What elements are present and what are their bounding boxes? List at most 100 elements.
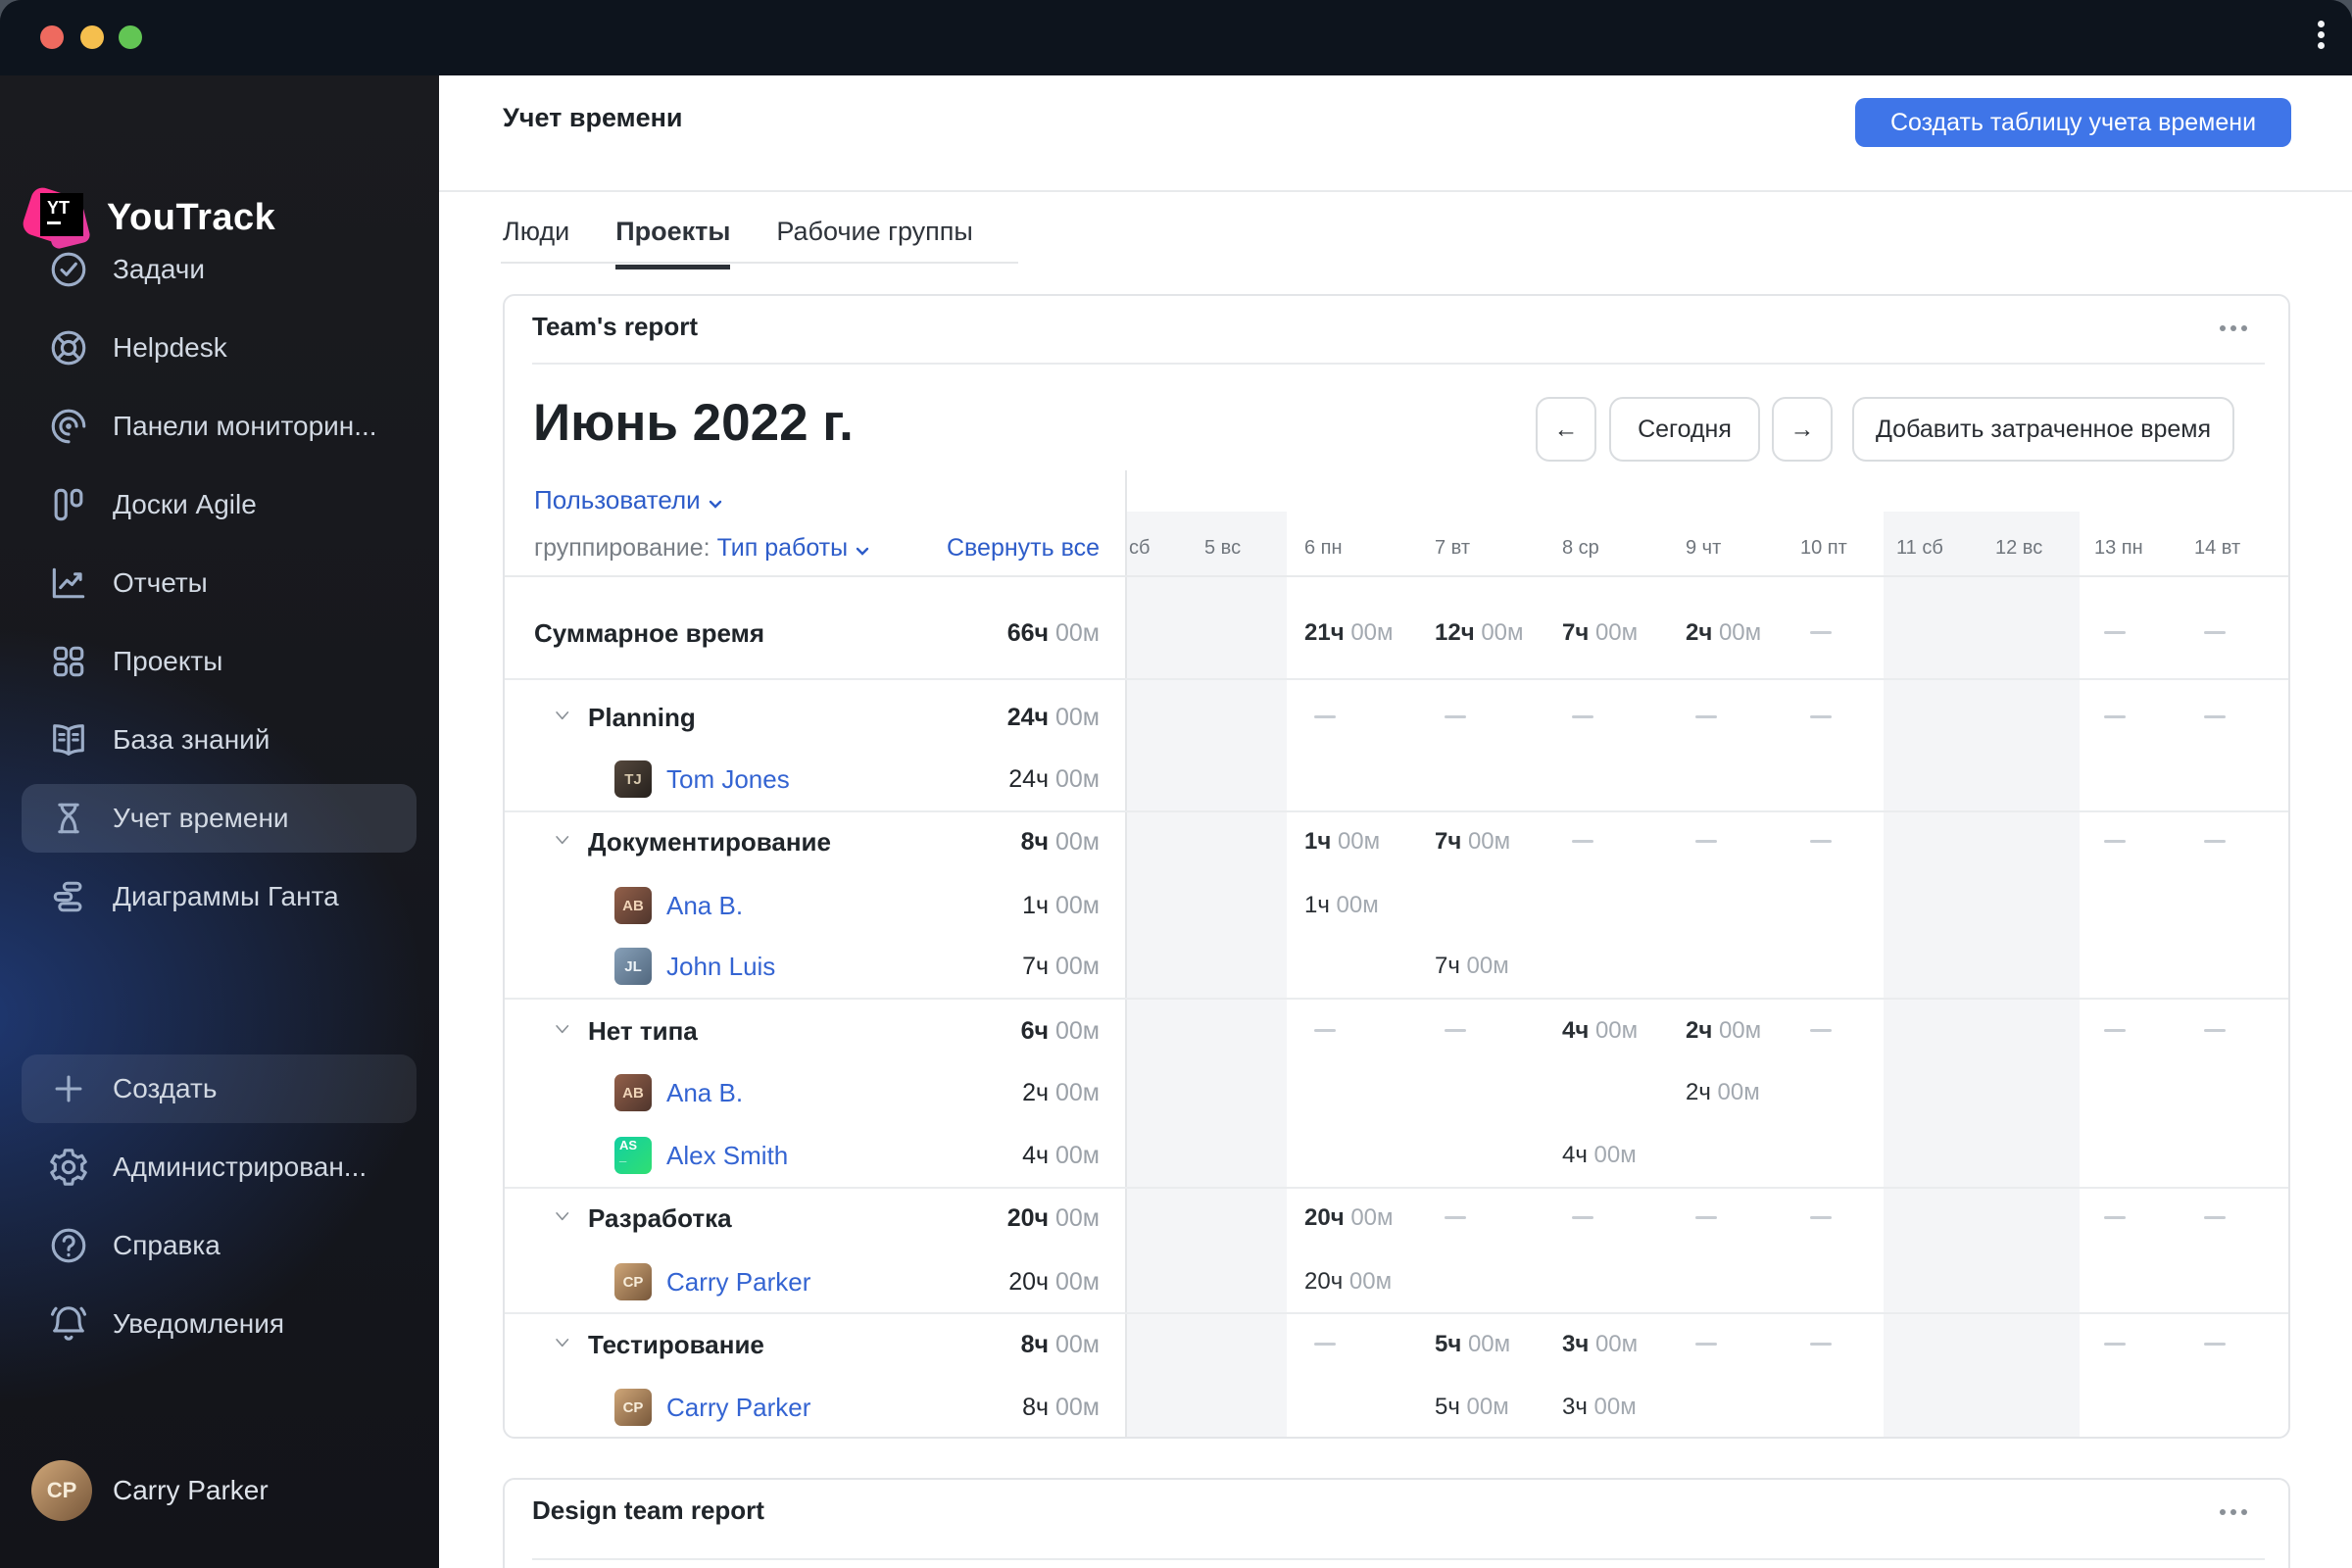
group-collapse-chevron-icon[interactable] xyxy=(552,1208,573,1226)
sidebar-item-уведомления[interactable]: Уведомления xyxy=(0,1285,439,1363)
traffic-light-close-button[interactable] xyxy=(40,25,64,49)
sidebar-collapse-button[interactable]: Свернуть xyxy=(0,1542,439,1568)
empty-cell-dash xyxy=(2204,1029,2226,1032)
page-title: Учет времени xyxy=(503,103,683,132)
sidebar-item-создать[interactable]: Создать xyxy=(0,1050,439,1128)
member-avatar: JL xyxy=(614,948,652,985)
row-label: Нет типа xyxy=(588,1016,698,1046)
row-total: 7ч 00м xyxy=(1022,953,1100,980)
window-menu-kebab-icon[interactable] xyxy=(2309,17,2332,60)
timesheet-row-group: Planning 24ч 00м xyxy=(505,686,2288,749)
bell-icon xyxy=(47,1302,90,1346)
app-window: YT YouTrack Задачи Helpdesk Панели монитор… xyxy=(0,0,2352,1568)
day-column-header: 7 вт xyxy=(1435,537,1471,559)
timesheet-cell: 2ч 00м xyxy=(1686,619,1762,646)
sidebar-item-диаграммы-ганта[interactable]: Диаграммы Ганта xyxy=(0,858,439,936)
member-name-link[interactable]: Carry Parker xyxy=(666,1250,810,1313)
day-column-header: 12 вс xyxy=(1995,537,2043,559)
member-name-link[interactable]: Ana B. xyxy=(666,1061,743,1124)
group-separator xyxy=(505,810,2288,812)
day-column-header: 6 пн xyxy=(1304,537,1343,559)
timesheet-cell: 1ч 00м xyxy=(1304,828,1381,855)
tab-люди[interactable]: Люди xyxy=(503,217,569,270)
empty-cell-dash xyxy=(1314,715,1336,718)
timesheet-cell: 21ч 00м xyxy=(1304,619,1394,646)
empty-cell-dash xyxy=(1572,1216,1593,1219)
sidebar-item-учет-времени[interactable]: Учет времени xyxy=(0,779,439,858)
collapse-chevrons-icon xyxy=(47,1559,90,1568)
member-name-link[interactable]: Ana B. xyxy=(666,874,743,937)
sidebar-user[interactable]: CP Carry Parker xyxy=(0,1451,439,1530)
empty-cell-dash xyxy=(2204,840,2226,843)
row-total: 8ч 00м xyxy=(1020,828,1100,856)
timesheet-cell: 20ч 00м xyxy=(1304,1204,1394,1231)
traffic-light-minimize-button[interactable] xyxy=(80,25,104,49)
row-label: Документирование xyxy=(588,827,831,857)
empty-cell-dash xyxy=(1314,1029,1336,1032)
member-name-link[interactable]: Alex Smith xyxy=(666,1124,788,1187)
empty-cell-dash xyxy=(1314,1343,1336,1346)
create-timesheet-button[interactable]: Создать таблицу учета времени xyxy=(1855,98,2291,147)
empty-cell-dash xyxy=(2104,1216,2126,1219)
member-name-link[interactable]: Tom Jones xyxy=(666,748,790,810)
timesheet-row-group: Разработка 20ч 00м 20ч 00м xyxy=(505,1187,2288,1250)
collapse-all-link[interactable]: Свернуть все xyxy=(505,534,1100,563)
group-collapse-chevron-icon[interactable] xyxy=(552,832,573,850)
timesheet-cell: 7ч 00м xyxy=(1562,619,1639,646)
hourglass-icon xyxy=(47,797,90,840)
sidebar-item-helpdesk[interactable]: Helpdesk xyxy=(0,309,439,387)
member-avatar: AS _ xyxy=(614,1137,652,1174)
card-divider xyxy=(532,1558,2265,1560)
report-options-kebab-icon[interactable] xyxy=(2220,325,2263,345)
sidebar-item-отчеты[interactable]: Отчеты xyxy=(0,544,439,622)
group-separator xyxy=(505,1312,2288,1314)
tab-рабочие-группы[interactable]: Рабочие группы xyxy=(776,217,972,270)
timesheet-row-member: CP Carry Parker 20ч 00м 20ч 00м xyxy=(505,1250,2288,1313)
timesheet-row-member: TJ Tom Jones 24ч 00м xyxy=(505,748,2288,810)
lifebuoy-icon xyxy=(47,326,90,369)
group-collapse-chevron-icon[interactable] xyxy=(552,708,573,725)
empty-cell-dash xyxy=(1810,1343,1832,1346)
day-column-header: 14 вт xyxy=(2194,537,2241,559)
empty-cell-dash xyxy=(2104,1343,2126,1346)
sidebar-actions: Создать Администрирован... Справка Уведомле… xyxy=(0,1050,439,1363)
users-filter-dropdown[interactable]: Пользователи xyxy=(534,485,722,515)
member-name-link[interactable]: John Luis xyxy=(666,935,775,998)
row-total: 1ч 00м xyxy=(1022,892,1100,919)
prev-period-button[interactable]: ← xyxy=(1536,397,1596,462)
group-collapse-chevron-icon[interactable] xyxy=(552,1021,573,1039)
add-spent-time-button[interactable]: Добавить затраченное время xyxy=(1852,397,2234,462)
row-total: 6ч 00м xyxy=(1020,1017,1100,1045)
row-total: 8ч 00м xyxy=(1020,1331,1100,1358)
timesheet-cell: 20ч 00м xyxy=(1304,1268,1393,1295)
empty-cell-dash xyxy=(1810,1216,1832,1219)
timesheet-row-member: CP Carry Parker 8ч 00м 5ч 00м 3ч 00м xyxy=(505,1376,2288,1437)
row-total: 24ч 00м xyxy=(1008,765,1100,793)
group-separator xyxy=(505,678,2288,680)
day-column-header: сб xyxy=(1129,537,1151,559)
member-name-link[interactable]: Carry Parker xyxy=(666,1376,810,1437)
gear-icon xyxy=(47,1146,90,1189)
sidebar-item-проекты[interactable]: Проекты xyxy=(0,622,439,701)
sidebar-item-база-знаний[interactable]: База знаний xyxy=(0,701,439,779)
sidebar-item-справка[interactable]: Справка xyxy=(0,1206,439,1285)
tab-проекты[interactable]: Проекты xyxy=(615,217,731,270)
report-card-title: Design team report xyxy=(532,1495,764,1525)
window-titlebar xyxy=(0,0,2352,75)
today-button[interactable]: Сегодня xyxy=(1609,397,1760,462)
day-column-header: 9 чт xyxy=(1686,537,1722,559)
next-period-button[interactable]: → xyxy=(1772,397,1833,462)
report-card-title: Team's report xyxy=(532,312,698,341)
team-report-card: Team's report Июнь 2022 г. ← Сегодня → Д… xyxy=(503,294,2290,1439)
sidebar-item-задачи[interactable]: Задачи xyxy=(0,230,439,309)
empty-cell-dash xyxy=(1810,1029,1832,1032)
group-collapse-chevron-icon[interactable] xyxy=(552,1335,573,1352)
traffic-light-zoom-button[interactable] xyxy=(119,25,142,49)
sidebar-item-панели-мониторин-[interactable]: Панели мониторин... xyxy=(0,387,439,466)
column-header-divider xyxy=(505,575,2288,577)
timesheet-row-member: JL John Luis 7ч 00м 7ч 00м xyxy=(505,935,2288,998)
timesheet-cell: 2ч 00м xyxy=(1686,1079,1760,1105)
report-options-kebab-icon[interactable] xyxy=(2220,1509,2263,1529)
sidebar-item-доски-agile[interactable]: Доски Agile xyxy=(0,466,439,544)
sidebar-item-администрирован-[interactable]: Администрирован... xyxy=(0,1128,439,1206)
